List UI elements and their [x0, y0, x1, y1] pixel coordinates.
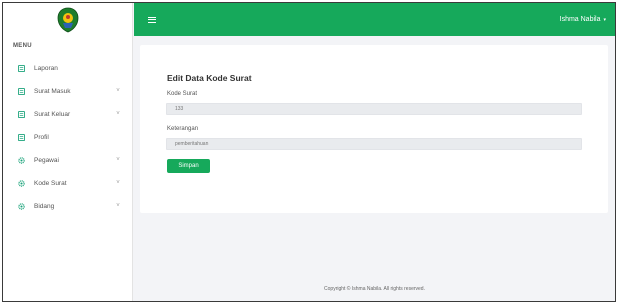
sidebar-item-label: Bidang [34, 203, 55, 210]
sidebar-item-label: Pegawai [34, 157, 59, 164]
file-icon [18, 88, 25, 95]
logo-area [3, 3, 132, 37]
file-icon [18, 134, 25, 141]
sidebar: MENU Laporan Surat Masuk ˅ Surat Keluar … [3, 3, 133, 301]
sidebar-item-bidang[interactable]: Bidang ˅ [3, 195, 132, 218]
sidebar-item-label: Profil [34, 134, 49, 141]
sidebar-item-label: Laporan [34, 65, 58, 72]
user-menu[interactable]: Ishma Nabila ▾ [560, 16, 606, 23]
gear-icon [18, 180, 25, 187]
sidebar-item-laporan[interactable]: Laporan [3, 57, 132, 80]
sidebar-item-kode-surat[interactable]: Kode Surat ˅ [3, 172, 132, 195]
menu-heading: MENU [13, 43, 32, 49]
sidebar-item-pegawai[interactable]: Pegawai ˅ [3, 149, 132, 172]
sidebar-item-label: Kode Surat [34, 180, 67, 187]
gear-icon [18, 157, 25, 164]
file-icon [18, 65, 25, 72]
save-button[interactable]: Simpan [167, 159, 210, 173]
app-window: MENU Laporan Surat Masuk ˅ Surat Keluar … [2, 2, 616, 302]
edit-form-card: Edit Data Kode Surat Kode Surat 133 Kete… [140, 45, 608, 213]
chevron-down-icon[interactable]: ˅ [114, 203, 122, 209]
chevron-down-icon[interactable]: ˅ [114, 111, 122, 117]
hamburger-menu-icon[interactable] [148, 16, 156, 23]
chevron-down-icon[interactable]: ˅ [114, 180, 122, 186]
keterangan-label: Keterangan [167, 126, 199, 132]
sidebar-item-label: Surat Keluar [34, 111, 71, 118]
footer-copyright: Copyright © Ishma Nabila. All rights res… [324, 286, 425, 292]
caret-down-icon: ▾ [603, 16, 606, 23]
topbar: Ishma Nabila ▾ [134, 3, 615, 36]
file-icon [18, 111, 25, 118]
west-java-emblem-logo[interactable] [57, 7, 79, 33]
sidebar-item-surat-keluar[interactable]: Surat Keluar ˅ [3, 103, 132, 126]
chevron-down-icon[interactable]: ˅ [114, 157, 122, 163]
sidebar-item-profil[interactable]: Profil [3, 126, 132, 149]
sidebar-item-surat-masuk[interactable]: Surat Masuk ˅ [3, 80, 132, 103]
gear-icon [18, 203, 25, 210]
kode-surat-label: Kode Surat [167, 91, 198, 97]
kode-surat-input[interactable]: 133 [166, 103, 582, 115]
chevron-down-icon[interactable]: ˅ [114, 88, 122, 94]
sidebar-item-label: Surat Masuk [34, 88, 71, 95]
user-name: Ishma Nabila [559, 16, 601, 23]
keterangan-input[interactable]: pemberitahuan [166, 138, 582, 150]
page-title: Edit Data Kode Surat [167, 73, 252, 83]
